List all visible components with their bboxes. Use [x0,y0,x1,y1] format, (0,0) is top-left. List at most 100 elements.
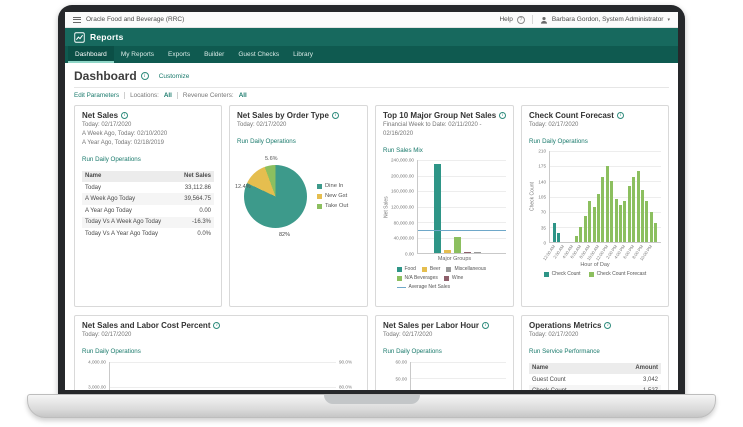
run-service-performance-link[interactable]: Run Service Performance [529,348,600,355]
nav-item-builder[interactable]: Builder [197,46,231,63]
app-title: Oracle Food and Beverage (RRC) [86,16,184,23]
customize-link[interactable]: Customize [159,73,190,80]
page-title: Dashboard [74,69,137,83]
info-icon[interactable]: i [499,112,506,119]
legend-item: Dine In [317,183,348,189]
card-date: A Year Ago, Today: 02/18/2019 [82,139,214,148]
labor-cost-plot [109,362,336,390]
table-header-row: Name Net Sales [82,171,214,182]
y-axis-ticks-left: 4,000.003,000.002,000.001,000.000.00 [82,362,109,390]
card-title: Net Sales per Labor Hour [383,321,479,330]
card-title: Top 10 Major Group Net Sales [383,111,496,120]
info-icon[interactable]: i [332,112,339,119]
card-title: Operations Metrics [529,321,601,330]
utility-bar: Oracle Food and Beverage (RRC) Help ? Ba… [65,12,678,28]
laptop-mockup: Oracle Food and Beverage (RRC) Help ? Ba… [0,0,743,427]
legend-item: Wine [444,275,463,281]
info-icon[interactable]: i [482,322,489,329]
run-sales-mix-link[interactable]: Run Sales Mix [383,147,423,154]
info-icon[interactable]: i [617,112,624,119]
per-labor-hour-chart: 60.0050.0040.0030.0020.0010.000.00 [383,362,506,390]
labor-cost-chart: 4,000.003,000.002,000.001,000.000.00 90.… [82,362,360,390]
table-row: Guest Count3,042 [529,374,661,386]
card-title: Net Sales and Labor Cost Percent [82,321,210,330]
col-net-sales: Net Sales [176,171,214,182]
card-date: Today: 02/17/2020 [383,331,506,340]
col-name: Name [82,171,176,182]
legend-item: Beer [422,266,441,272]
col-name: Name [529,363,614,374]
user-menu[interactable]: Barbara Gordon, System Administrator [552,16,664,23]
card-date: A Week Ago, Today: 02/10/2020 [82,130,214,139]
card-operations-metrics: Operations Metrics i Today: 02/17/2020 R… [521,315,669,390]
y-axis-label: Net Sales [383,160,390,254]
edit-parameters-link[interactable]: Edit Parameters [74,92,119,99]
brand-bar: Reports [65,28,678,46]
page-title-row: Dashboard i Customize [74,69,669,88]
reports-icon [74,32,85,43]
laptop-base-notch [324,395,420,404]
legend-item: Check Count Forecast [589,271,647,277]
table-row: Check Count1,527 [529,385,661,390]
net-sales-table: Name Net Sales Today33,112.86 A Week Ago… [82,171,214,240]
card-date: Financial Week to Date: 02/11/2020 - 02/… [383,121,506,139]
forecast-xticks: 12:00 AM2:00 AM4:00 AM6:00 AM8:00 AM10:0… [549,243,661,260]
card-title: Net Sales [82,111,118,120]
legend-item: Take Out [317,203,348,209]
laptop-frame: Oracle Food and Beverage (RRC) Help ? Ba… [58,5,685,396]
user-icon [540,16,548,24]
nav-item-exports[interactable]: Exports [161,46,197,63]
forecast-legend: Check Count Check Count Forecast [529,271,661,277]
pie-legend: Dine In New Gst Take Out [317,183,348,209]
locations-value[interactable]: All [164,92,172,99]
table-row: Today Vs A Week Ago Today-16.3% [82,217,214,229]
product-title: Reports [90,32,124,42]
top10-legend: Food Beer Miscellaneous N/A Beverages Wi… [397,266,493,290]
legend-item: N/A Beverages [397,275,438,281]
nav-item-my-reports[interactable]: My Reports [114,46,161,63]
menu-icon[interactable] [73,17,81,23]
pie-label-dine-in: 82% [279,232,290,238]
card-title: Net Sales by Order Type [237,111,329,120]
divider [177,92,178,99]
table-row: Today33,112.86 [82,182,214,194]
order-type-chart: 5.6% 12.4% 82% Dine In New Gst Take Out [237,152,360,240]
y-axis-ticks: 60.0050.0040.0030.0020.0010.000.00 [383,362,410,390]
run-daily-operations-link[interactable]: Run Daily Operations [383,348,442,355]
help-link[interactable]: Help [499,16,512,23]
pie-label-take-out: 5.6% [265,156,278,162]
table-header-row: Name Amount [529,363,661,374]
table-row: Today Vs A Year Ago Today0.0% [82,228,214,240]
card-net-sales-and-labor-cost-percent: Net Sales and Labor Cost Percent i Today… [74,315,368,390]
order-type-pie [244,165,307,228]
run-daily-operations-link[interactable]: Run Daily Operations [82,156,141,163]
per-labor-hour-plot [410,362,506,390]
laptop-base [27,394,716,418]
x-axis-label: Major Groups [403,256,506,262]
legend-item: Miscellaneous [446,266,486,272]
y-axis-ticks: 240,000.00200,000.00160,000.00120,000.00… [390,160,417,254]
revenue-centers-value[interactable]: All [239,92,247,99]
info-icon[interactable]: i [141,72,149,80]
info-icon[interactable]: i [121,112,128,119]
revenue-centers-label: Revenue Centers: [183,92,234,99]
run-daily-operations-link[interactable]: Run Daily Operations [237,138,296,145]
table-row: A Year Ago Today0.00 [82,205,214,217]
legend-item: New Gst [317,193,348,199]
table-row: A Week Ago Today39,564.75 [82,193,214,205]
run-daily-operations-link[interactable]: Run Daily Operations [82,348,141,355]
dashboard-content: Dashboard i Customize Edit Parameters Lo… [65,63,678,390]
tiles-grid: Net Sales i Today: 02/17/2020 A Week Ago… [74,105,669,390]
card-title: Check Count Forecast [529,111,614,120]
col-amount: Amount [614,363,661,374]
info-icon[interactable]: i [213,322,220,329]
card-date: Today: 02/17/2020 [82,331,360,340]
nav-item-library[interactable]: Library [286,46,320,63]
nav-item-guest-checks[interactable]: Guest Checks [231,46,286,63]
nav-item-dashboard[interactable]: Dashboard [68,46,114,63]
y-axis-label: Check Count [529,151,536,243]
info-icon[interactable]: i [604,322,611,329]
run-daily-operations-link[interactable]: Run Daily Operations [529,138,588,145]
help-icon[interactable]: ? [517,16,525,24]
top10-plot [417,160,506,254]
